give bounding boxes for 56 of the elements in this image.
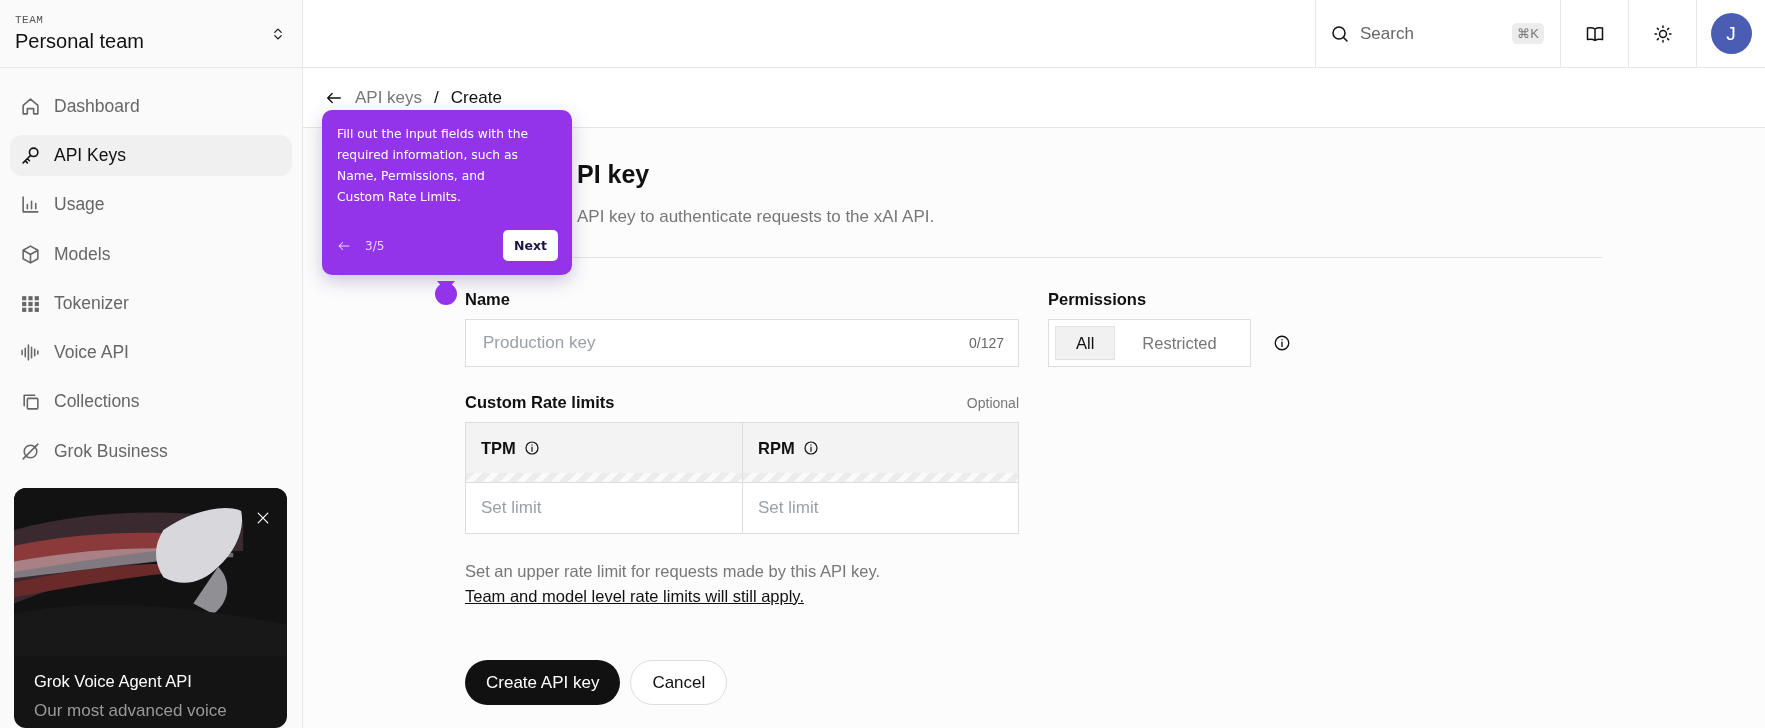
help-text: Set an upper rate limit for requests made by this API key. [465,562,882,581]
team-label: TEAM [15,14,45,26]
field-label: Permissions [1048,290,1148,309]
sidebar-item[interactable]: Models [10,233,292,275]
cancel-button[interactable]: Cancel [630,660,728,705]
breadcrumb-current: Create [450,87,502,108]
limit-input[interactable]: Set limit [481,496,727,520]
text-input[interactable]: Production key [481,332,969,354]
search-field[interactable]: Search ⌘K [1315,0,1560,67]
sidebar-item[interactable]: Usage [10,184,292,226]
promo-text: Our most advanced voice [34,701,228,721]
breadcrumb-link[interactable]: API keys [355,87,423,108]
page-title: PI key [577,160,650,189]
field-label: Name [465,290,511,309]
user-avatar[interactable]: J [1710,13,1752,54]
sidebar-item[interactable]: Collections [10,381,292,423]
info-icon[interactable] [1272,334,1291,352]
tooltip-text: Fill out the input fields with the required information, such as Name, Permissions, and Custom Rate Limits. [337,126,530,206]
shortcut-hint: ⌘K [1512,23,1544,44]
rate-limits-link[interactable]: Team and model level rate limits will still apply. [465,587,804,606]
column-label: RPM [758,438,795,458]
column-label: TPM [481,438,516,458]
info-icon[interactable] [523,440,540,456]
info-icon[interactable] [802,440,819,456]
close-icon[interactable] [255,510,271,526]
promo-title: Grok Voice Agent API [34,672,193,691]
page-description: API key to authenticate requests to the xAI API. [577,207,935,227]
step-counter: 3/5 [365,238,386,253]
sidebar-item[interactable]: Tokenizer [10,283,292,324]
character-counter: 0/127 [968,335,1004,351]
bar-chart-icon [20,194,41,216]
name-field[interactable]: Production key 0/127 [465,319,1019,367]
section-label: Custom Rate limits [465,393,615,412]
limit-input[interactable]: Set limit [758,496,1003,520]
next-button[interactable]: Next [503,230,558,261]
sidebar-item[interactable]: Voice API [10,332,292,374]
team-name: Personal team [15,30,144,53]
key-icon [20,145,41,167]
team-switcher[interactable]: TEAM Personal team [0,0,303,68]
cube-icon [20,243,41,265]
waveform-icon [20,342,41,364]
copy-icon [20,391,41,413]
slashed-circle-icon [20,440,41,462]
permissions-toggle[interactable]: All Restricted [1048,319,1251,367]
tour-beacon[interactable] [435,283,457,305]
breadcrumb-separator: / [434,87,439,108]
search-icon [1330,23,1350,44]
sidebar-item[interactable]: API Keys [10,135,292,177]
sun-icon[interactable] [1652,23,1673,44]
sidebar-item[interactable]: Dashboard [10,86,292,127]
permission-option[interactable]: All [1055,326,1116,360]
create-button[interactable]: Create API key [465,660,621,705]
optional-hint: Optional [966,395,1019,411]
permission-option[interactable]: Restricted [1115,326,1244,360]
home-icon [20,95,41,117]
sidebar-item[interactable]: Grok Business [10,430,292,472]
